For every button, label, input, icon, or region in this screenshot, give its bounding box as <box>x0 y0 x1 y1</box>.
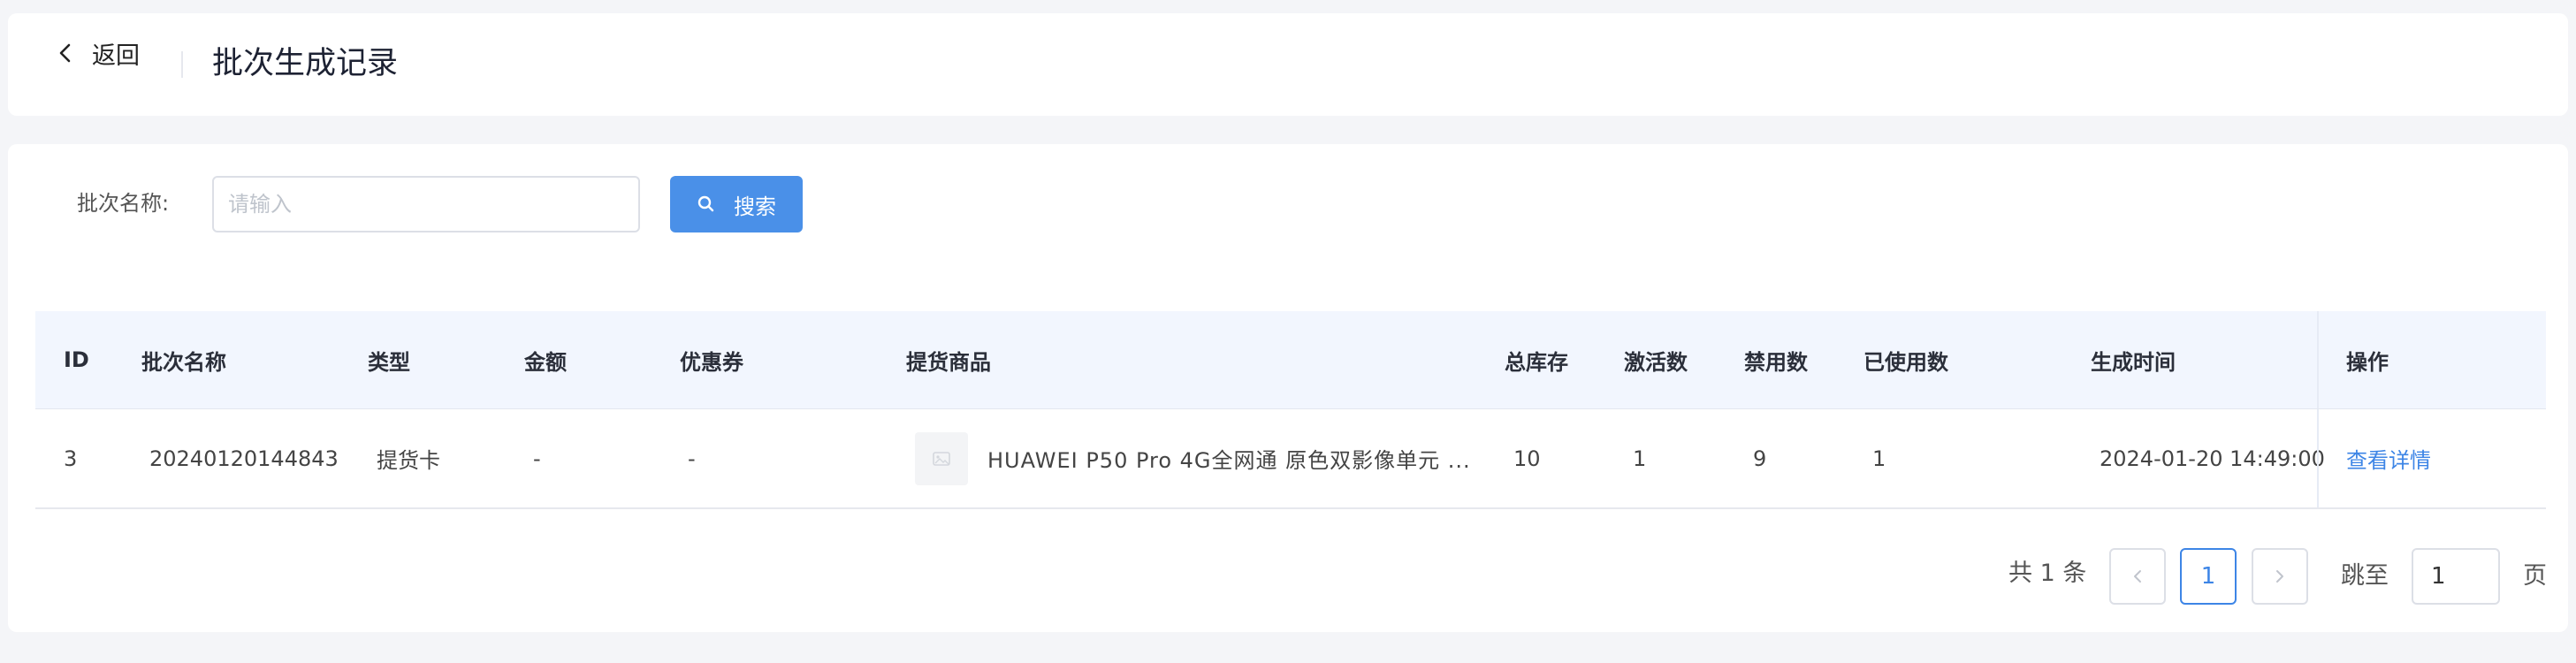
col-total-stock: 总库存 <box>1505 349 1568 375</box>
goods-name: HUAWEI P50 Pro 4G全网通 原色双影像单元 ... <box>987 448 1471 473</box>
col-goods: 提货商品 <box>906 349 991 375</box>
col-type: 类型 <box>368 349 410 375</box>
jump-page-input[interactable] <box>2412 548 2500 605</box>
back-button[interactable]: 返回 <box>55 35 140 71</box>
col-disabled: 禁用数 <box>1744 349 1808 375</box>
chevron-left-icon <box>2132 568 2143 584</box>
col-id: ID <box>64 347 89 372</box>
chevron-right-icon <box>2275 568 2285 584</box>
image-placeholder-icon <box>915 431 968 485</box>
actions-column-divider <box>2317 311 2319 408</box>
col-activated: 激活数 <box>1624 349 1688 375</box>
col-used: 已使用数 <box>1863 349 1948 375</box>
cell-id: 3 <box>64 446 78 471</box>
cell-activated: 1 <box>1633 446 1647 471</box>
chevron-left-icon <box>55 42 76 64</box>
actions-column-divider <box>2317 409 2319 507</box>
batch-name-label: 批次名称: <box>77 191 170 216</box>
prev-page-button[interactable] <box>2109 548 2166 605</box>
cell-used: 1 <box>1872 446 1886 471</box>
jump-to-label: 跳至 <box>2341 562 2389 590</box>
col-amount: 金额 <box>524 349 567 375</box>
cell-amount: - <box>533 446 541 471</box>
search-icon <box>697 194 716 214</box>
cell-disabled: 9 <box>1753 446 1767 471</box>
view-details-link[interactable]: 查看详情 <box>2346 443 2431 474</box>
page-title: 批次生成记录 <box>212 46 399 81</box>
cell-coupon: - <box>688 446 696 471</box>
header-divider <box>181 51 183 78</box>
col-created-at: 生成时间 <box>2091 349 2176 375</box>
col-coupon: 优惠券 <box>680 349 743 375</box>
page-suffix-label: 页 <box>2523 562 2547 590</box>
next-page-button[interactable] <box>2252 548 2308 605</box>
batch-name-input[interactable] <box>212 176 640 232</box>
cell-type: 提货卡 <box>377 448 440 473</box>
back-label: 返回 <box>92 42 140 70</box>
cell-total-stock: 10 <box>1513 446 1541 471</box>
cell-batch-name: 20240120144843 <box>149 446 339 471</box>
pagination-total: 共 1 条 <box>2008 560 2087 587</box>
cell-created-at: 2024-01-20 14:49:00 <box>2100 446 2325 471</box>
col-actions: 操作 <box>2346 349 2389 375</box>
col-batch-name: 批次名称 <box>141 349 226 375</box>
cell-goods: HUAWEI P50 Pro 4G全网通 原色双影像单元 ... <box>915 409 1471 507</box>
table-row: 3 20240120144843 提货卡 - - HUAWEI P50 Pro … <box>35 409 2546 509</box>
search-button-label: 搜索 <box>734 194 776 219</box>
cell-actions: 查看详情 <box>2346 409 2431 507</box>
search-button[interactable]: 搜索 <box>670 176 803 232</box>
batch-table: ID 批次名称 类型 金额 优惠券 提货商品 总库存 激活数 禁用数 已使用数 … <box>35 311 2546 509</box>
table-header: ID 批次名称 类型 金额 优惠券 提货商品 总库存 激活数 禁用数 已使用数 … <box>35 311 2546 409</box>
page-number-button[interactable]: 1 <box>2180 548 2237 605</box>
